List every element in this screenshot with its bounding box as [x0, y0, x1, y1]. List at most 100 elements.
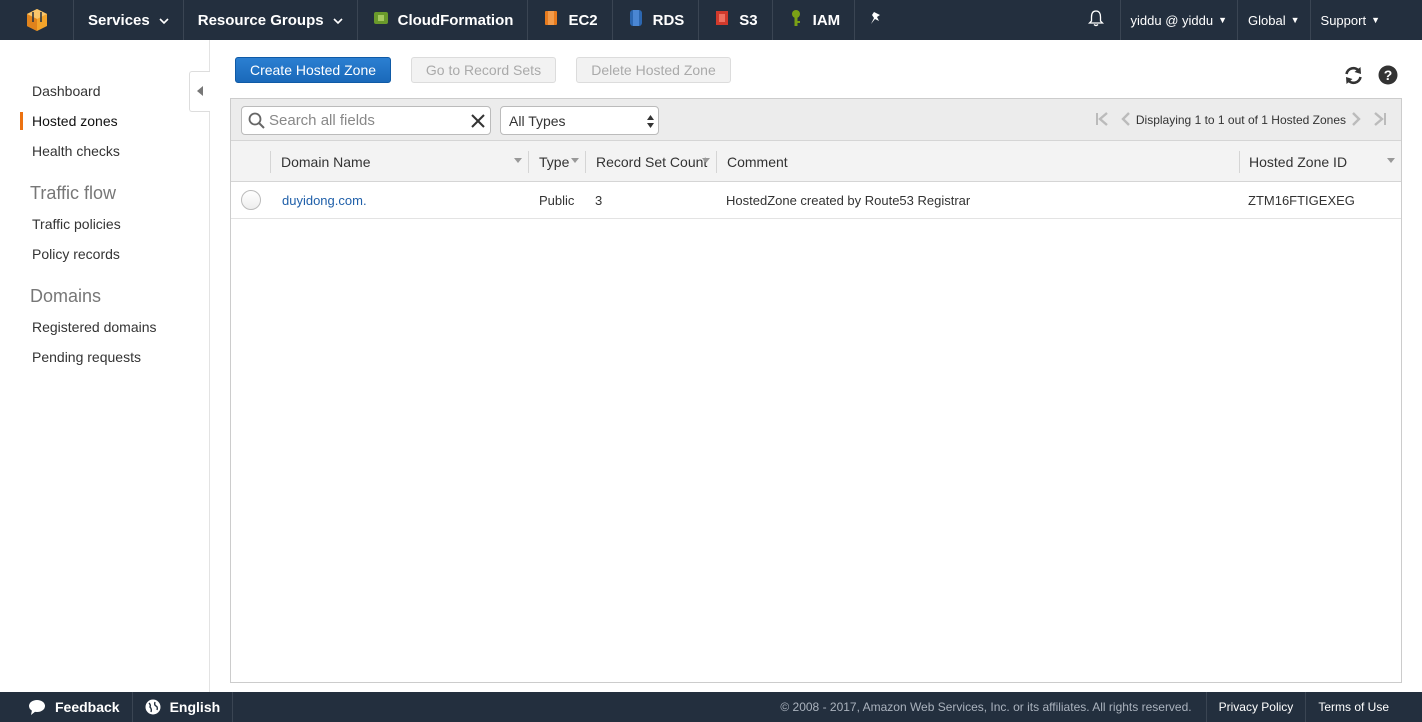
- shortcut-label: EC2: [568, 11, 598, 29]
- active-indicator: [20, 112, 23, 130]
- column-divider: [1239, 151, 1240, 173]
- notifications-button[interactable]: [1072, 0, 1121, 40]
- shortcut-label: S3: [739, 11, 758, 29]
- globe-icon: [145, 699, 161, 715]
- column-header-type[interactable]: Type: [539, 141, 569, 182]
- copyright-text: © 2008 - 2017, Amazon Web Services, Inc.…: [780, 700, 1192, 714]
- region-label: Global: [1248, 12, 1286, 28]
- search-box[interactable]: [241, 106, 491, 135]
- account-label: yiddu @ yiddu: [1130, 12, 1214, 28]
- sidebar: Dashboard Hosted zones Health checks Tra…: [0, 40, 210, 692]
- ec2-icon: [542, 9, 560, 31]
- column-header-domain-name[interactable]: Domain Name: [281, 141, 370, 182]
- shortcut-label: RDS: [652, 11, 685, 29]
- sidebar-item-pending-requests[interactable]: Pending requests: [32, 349, 141, 365]
- row-select-radio[interactable]: [241, 190, 261, 210]
- chevron-down-icon: [333, 12, 343, 29]
- caret-down-icon: ▼: [1371, 15, 1380, 25]
- feedback-label: Feedback: [55, 699, 120, 715]
- caret-down-icon: ▼: [1290, 15, 1300, 25]
- prev-page-icon[interactable]: [1121, 111, 1130, 129]
- clear-search-icon[interactable]: [471, 113, 485, 128]
- sidebar-item-dashboard[interactable]: Dashboard: [32, 83, 101, 99]
- select-arrows-icon: [647, 115, 654, 131]
- zone-comment: HostedZone created by Route53 Registrar: [726, 192, 971, 208]
- cloudformation-icon: [372, 9, 390, 31]
- top-navigation-bar: Services Resource Groups CloudFormation …: [0, 0, 1422, 40]
- shortcut-label: CloudFormation: [397, 11, 514, 29]
- column-header-record-set-count[interactable]: Record Set Count: [596, 141, 707, 182]
- sort-arrow-icon[interactable]: [702, 158, 710, 163]
- filter-bar: All Types Displaying 1 to 1 out of 1 Hos…: [231, 99, 1401, 141]
- sidebar-item-policy-records[interactable]: Policy records: [32, 246, 120, 262]
- svg-text:?: ?: [1384, 67, 1393, 83]
- pagination-text: Displaying 1 to 1 out of 1 Hosted Zones: [1135, 113, 1346, 127]
- type-filter-value: All Types: [509, 112, 566, 129]
- sort-arrow-icon[interactable]: [571, 158, 579, 163]
- language-label: English: [169, 699, 221, 715]
- feedback-button[interactable]: Feedback: [0, 692, 133, 722]
- create-hosted-zone-button[interactable]: Create Hosted Zone: [235, 57, 391, 83]
- chevron-down-icon: [159, 12, 169, 29]
- go-to-record-sets-button[interactable]: Go to Record Sets: [411, 57, 556, 83]
- pin-icon: [869, 11, 883, 29]
- sort-arrow-icon[interactable]: [1387, 158, 1395, 163]
- sidebar-item-traffic-policies[interactable]: Traffic policies: [32, 216, 121, 232]
- shortcut-ec2[interactable]: EC2: [528, 0, 613, 40]
- rds-icon: [627, 9, 645, 31]
- shortcut-s3[interactable]: S3: [699, 0, 773, 40]
- hosted-zones-panel: All Types Displaying 1 to 1 out of 1 Hos…: [230, 98, 1402, 683]
- sort-arrow-icon[interactable]: [514, 158, 522, 163]
- terms-of-use-link[interactable]: Terms of Use: [1305, 692, 1422, 722]
- speech-bubble-icon: [28, 699, 46, 715]
- hosted-zone-id: ZTM16FTIGEXEG: [1248, 192, 1355, 208]
- search-input[interactable]: [269, 112, 459, 129]
- column-divider: [528, 151, 529, 173]
- record-set-count: 3: [595, 192, 603, 208]
- pin-shortcut-button[interactable]: [855, 0, 897, 40]
- region-menu[interactable]: Global ▼: [1238, 0, 1311, 40]
- sidebar-item-registered-domains[interactable]: Registered domains: [32, 319, 157, 335]
- s3-icon: [713, 9, 731, 31]
- aws-logo-icon[interactable]: [0, 0, 74, 40]
- table-row[interactable]: duyidong.com. Public 3 HostedZone create…: [231, 182, 1401, 219]
- services-menu[interactable]: Services: [74, 0, 184, 40]
- sidebar-heading-traffic-flow: Traffic flow: [30, 183, 117, 203]
- account-menu[interactable]: yiddu @ yiddu ▼: [1121, 0, 1239, 40]
- column-header-comment[interactable]: Comment: [727, 141, 788, 182]
- type-filter-select[interactable]: All Types: [500, 106, 659, 135]
- column-header-hosted-zone-id[interactable]: Hosted Zone ID: [1249, 141, 1347, 182]
- shortcut-cloudformation[interactable]: CloudFormation: [358, 0, 529, 40]
- last-page-icon[interactable]: [1373, 111, 1387, 129]
- sidebar-item-health-checks[interactable]: Health checks: [32, 143, 120, 159]
- support-label: Support: [1320, 12, 1367, 28]
- collapse-sidebar-button[interactable]: [189, 71, 210, 112]
- footer: Feedback English © 2008 - 2017, Amazon W…: [0, 692, 1422, 722]
- zone-type: Public: [539, 192, 575, 208]
- resource-groups-menu[interactable]: Resource Groups: [184, 0, 358, 40]
- refresh-icon[interactable]: [1343, 65, 1364, 91]
- table-header: Domain Name Type Record Set Count Commen…: [231, 141, 1401, 182]
- language-selector[interactable]: English: [133, 692, 234, 722]
- next-page-icon[interactable]: [1352, 111, 1361, 129]
- caret-down-icon: ▼: [1218, 15, 1228, 25]
- sidebar-item-hosted-zones[interactable]: Hosted zones: [32, 113, 118, 129]
- help-icon[interactable]: ?: [1378, 65, 1398, 91]
- privacy-policy-link[interactable]: Privacy Policy: [1205, 692, 1306, 722]
- services-label: Services: [88, 11, 150, 29]
- bell-icon: [1087, 10, 1104, 30]
- support-menu[interactable]: Support ▼: [1311, 0, 1422, 40]
- search-icon: [248, 112, 265, 129]
- page-actions: ?: [1343, 65, 1398, 91]
- first-page-icon[interactable]: [1095, 111, 1109, 129]
- delete-hosted-zone-button[interactable]: Delete Hosted Zone: [576, 57, 731, 83]
- domain-name-link[interactable]: duyidong.com.: [282, 182, 367, 218]
- shortcut-iam[interactable]: IAM: [773, 0, 856, 40]
- resource-groups-label: Resource Groups: [197, 11, 324, 29]
- caret-left-icon: [197, 83, 203, 101]
- column-divider: [270, 151, 271, 173]
- shortcut-label: IAM: [812, 11, 841, 29]
- shortcut-rds[interactable]: RDS: [613, 0, 700, 40]
- sidebar-heading-domains: Domains: [30, 286, 102, 306]
- pagination: Displaying 1 to 1 out of 1 Hosted Zones: [1089, 99, 1387, 141]
